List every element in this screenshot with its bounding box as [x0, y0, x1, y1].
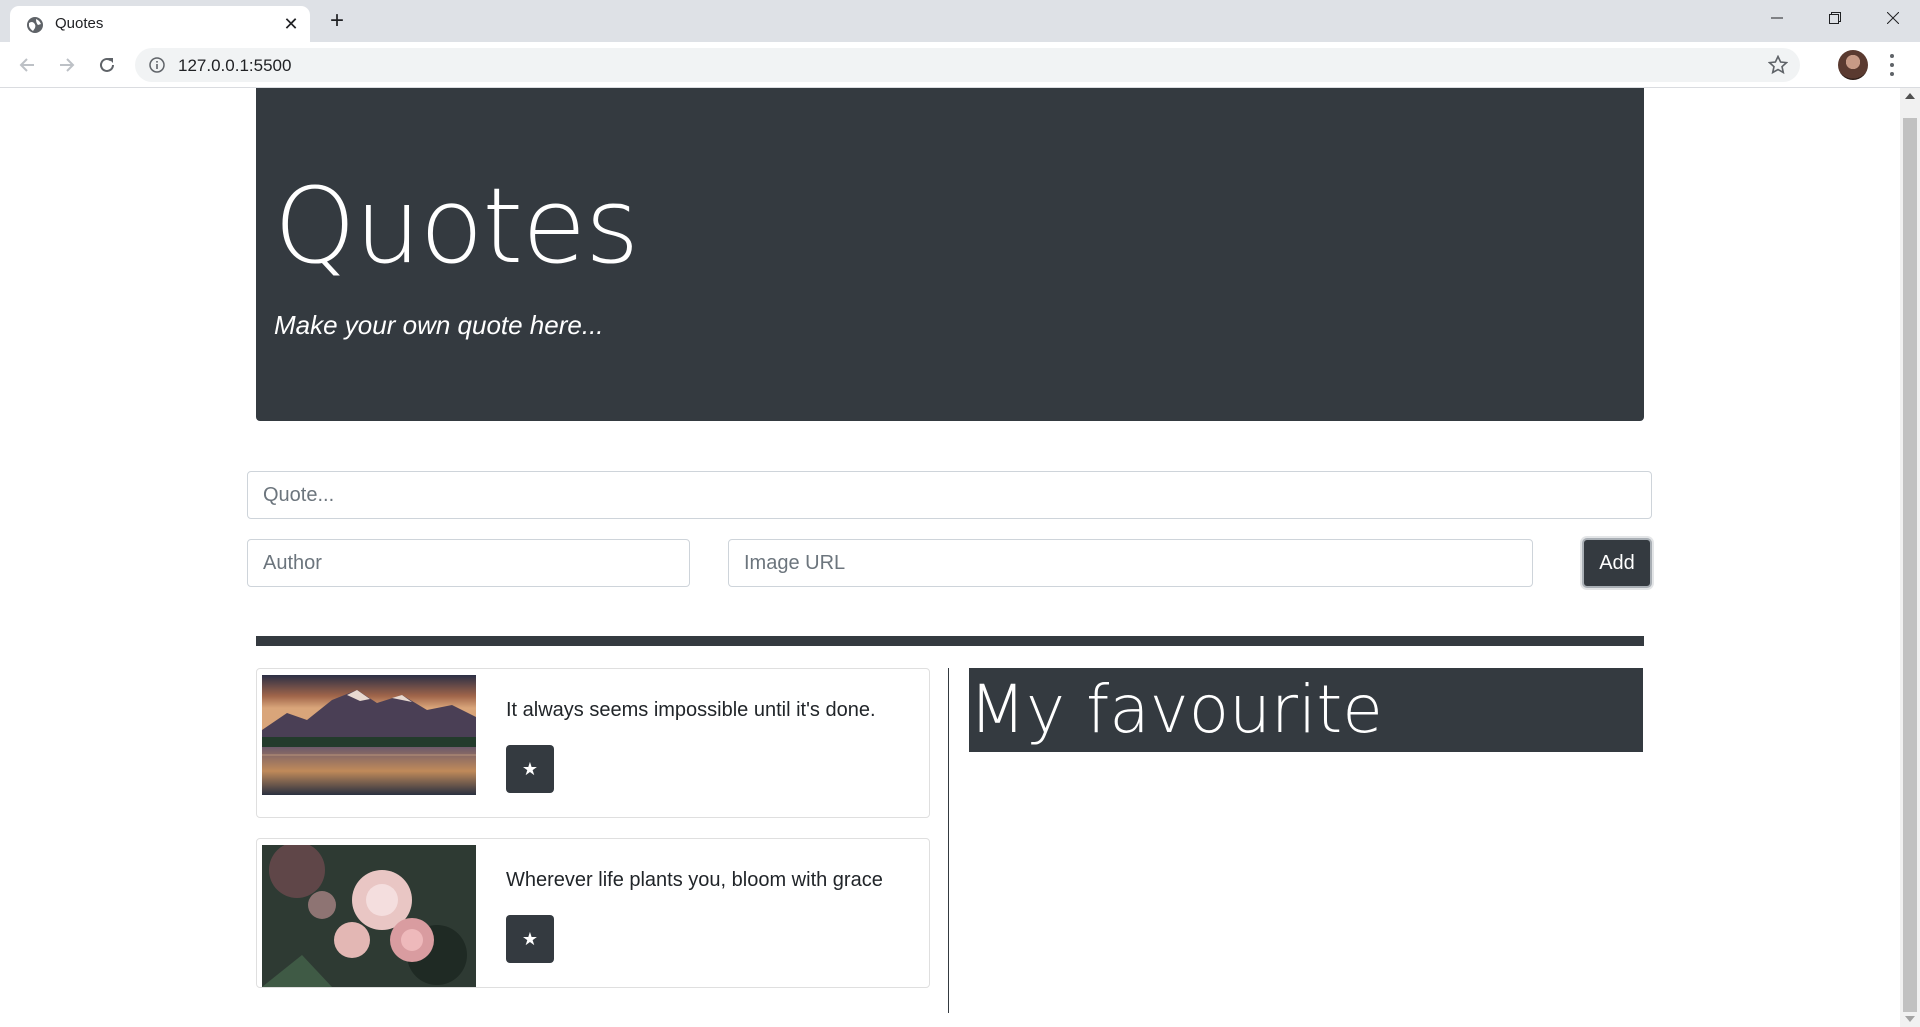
- mountain-lake-photo: [262, 675, 476, 795]
- quote-input[interactable]: [247, 471, 1652, 519]
- page-title: Quotes: [274, 165, 639, 287]
- restore-window-button[interactable]: [1806, 0, 1864, 36]
- image-url-input[interactable]: [728, 539, 1533, 587]
- favourite-star-button[interactable]: ★: [506, 915, 554, 963]
- quote-text: It always seems impossible until it's do…: [506, 699, 876, 721]
- favourites-title: My favourite: [969, 671, 1383, 748]
- page-subtitle: Make your own quote here...: [274, 310, 604, 340]
- forward-button[interactable]: [53, 51, 81, 79]
- minimize-icon: [1771, 17, 1783, 19]
- close-tab-icon[interactable]: ✕: [282, 15, 300, 33]
- quote-card: It always seems impossible until it's do…: [256, 668, 930, 818]
- favourites-header: My favourite: [969, 668, 1643, 752]
- restore-icon: [1829, 12, 1841, 24]
- hero-banner: Quotes Make your own quote here...: [256, 88, 1644, 421]
- minimize-window-button[interactable]: [1748, 0, 1806, 36]
- pink-roses-photo: [262, 845, 476, 987]
- column-separator: [948, 668, 949, 1013]
- url-text[interactable]: 127.0.0.1:5500: [178, 56, 291, 76]
- page-scrollbar[interactable]: [1900, 88, 1920, 1027]
- globe-icon: [27, 17, 43, 33]
- scroll-up-arrow-icon[interactable]: [1905, 93, 1915, 99]
- scrollbar-thumb[interactable]: [1903, 118, 1917, 1012]
- quote-text: Wherever life plants you, bloom with gra…: [506, 869, 883, 891]
- browser-menu-icon[interactable]: [1886, 52, 1898, 78]
- arrow-left-icon: [19, 58, 34, 72]
- tab-title: Quotes: [55, 15, 104, 32]
- add-button[interactable]: Add: [1582, 538, 1652, 588]
- browser-tab-strip: Quotes ✕ +: [0, 0, 1920, 42]
- arrow-right-icon: [60, 58, 75, 72]
- quote-card: Wherever life plants you, bloom with gra…: [256, 838, 930, 988]
- scroll-down-arrow-icon[interactable]: [1905, 1016, 1915, 1022]
- section-divider: [256, 636, 1644, 646]
- favourite-star-button[interactable]: ★: [506, 745, 554, 793]
- back-button[interactable]: [13, 51, 41, 79]
- reload-button[interactable]: [93, 51, 121, 79]
- address-bar[interactable]: 127.0.0.1:5500: [135, 48, 1800, 82]
- reload-icon: [100, 57, 114, 72]
- author-input[interactable]: [247, 539, 690, 587]
- bookmark-star-icon[interactable]: [1768, 55, 1788, 75]
- new-tab-button[interactable]: +: [324, 9, 350, 35]
- browser-toolbar: 127.0.0.1:5500: [0, 42, 1920, 88]
- profile-avatar[interactable]: [1838, 50, 1868, 80]
- page-viewport: Quotes Make your own quote here... Add I…: [0, 88, 1900, 1027]
- close-window-button[interactable]: [1864, 0, 1920, 36]
- info-icon[interactable]: [149, 57, 165, 73]
- close-icon: [1887, 12, 1899, 24]
- browser-tab[interactable]: Quotes ✕: [10, 6, 310, 42]
